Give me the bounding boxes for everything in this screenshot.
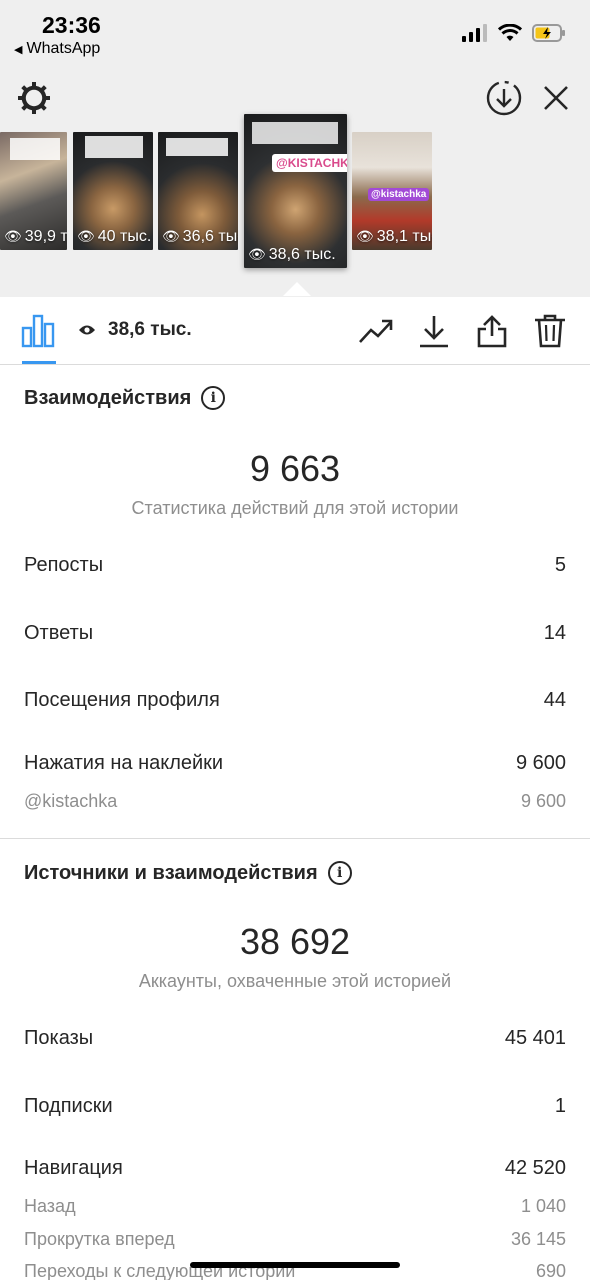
stat-sub-value: 1 040 — [520, 1196, 566, 1216]
share-button[interactable] — [474, 311, 510, 351]
eye-icon: 👁 — [248, 246, 266, 262]
save-story-button[interactable] — [484, 78, 524, 118]
sticker-label: @kistachka — [368, 188, 430, 201]
gear-icon — [18, 82, 50, 114]
stat-label: Ответы — [24, 622, 94, 644]
stat-value: 5 — [554, 554, 566, 576]
stat-row-sticker-taps: Нажатия на наклейки 9 600 — [24, 752, 566, 775]
stat-row-profile-visits: Посещения профиля 44 — [24, 689, 566, 712]
eye-icon: 👁 — [4, 228, 22, 244]
home-indicator[interactable] — [190, 1262, 400, 1268]
eye-icon: 👁 — [356, 228, 374, 244]
download-icon — [420, 316, 448, 348]
sources-title-text: Источники и взаимодействия — [24, 861, 318, 884]
sources-subtitle: Аккаунты, охваченные этой историей — [138, 971, 452, 991]
story-thumbnail-selected[interactable]: @KISTACHKA 👁38,6 тыс. — [244, 114, 347, 268]
insights-tab[interactable] — [18, 311, 58, 351]
stat-label: Нажатия на наклейки — [24, 752, 224, 774]
promote-button[interactable] — [358, 311, 394, 351]
status-bar: 23:36 ◀ WhatsApp — [0, 0, 590, 70]
trend-icon — [359, 319, 393, 343]
download-circle-icon — [486, 80, 522, 116]
download-button[interactable] — [416, 311, 452, 351]
stat-row-reposts: Репосты 5 — [24, 554, 566, 577]
wifi-icon — [498, 24, 522, 41]
active-tab-indicator — [22, 361, 56, 364]
stat-sub-value: 690 — [535, 1261, 566, 1280]
story-thumbnail[interactable]: 👁39,9 тыс. — [0, 132, 67, 250]
stat-label: Подписки — [24, 1095, 113, 1117]
selected-pointer — [283, 282, 311, 296]
info-icon[interactable]: i — [327, 861, 352, 885]
battery-icon — [532, 24, 565, 42]
sources-total: 38 692 — [239, 921, 351, 962]
toolbar-actions — [358, 311, 568, 351]
sticker-label: @KISTACHKA — [272, 154, 347, 172]
stat-sub-value: 9 600 — [520, 791, 566, 811]
stat-row-navigation: Навигация 42 520 — [24, 1157, 566, 1180]
story-thumbnail[interactable]: 👁36,6 тыс. — [158, 132, 238, 250]
sources-section: Источники и взаимодействия i 38 692 Акка… — [0, 839, 590, 1280]
stat-label: Навигация — [24, 1157, 123, 1179]
stat-row-sticker-detail: @kistachka 9 600 — [24, 791, 566, 812]
interactions-title: Взаимодействия i — [24, 386, 226, 410]
info-icon[interactable]: i — [201, 386, 226, 410]
status-time: 23:36 — [42, 12, 101, 38]
stat-label: Посещения профиля — [24, 689, 220, 711]
back-to-app-link[interactable]: ◀ WhatsApp — [14, 40, 100, 58]
stat-sub-value: 36 145 — [510, 1229, 566, 1249]
thumbnail-views: 39,9 тыс. — [24, 228, 67, 245]
trash-icon — [535, 314, 565, 348]
stat-value: 45 401 — [504, 1027, 566, 1049]
stat-value: 1 — [554, 1095, 566, 1117]
stat-row-nav-back: Назад 1 040 — [24, 1196, 566, 1217]
thumbnail-views: 40 тыс. — [97, 228, 152, 245]
stat-row-follows: Подписки 1 — [24, 1095, 566, 1118]
story-thumbnail[interactable]: @kistachka 👁38,1 тыс. — [352, 132, 432, 250]
stat-sub-label: Назад — [24, 1196, 76, 1216]
close-icon — [544, 86, 568, 110]
interactions-section: Взаимодействия i 9 663 Статистика действ… — [0, 366, 590, 838]
stat-sub-label: Прокрутка вперед — [24, 1229, 175, 1249]
back-app-label: WhatsApp — [26, 40, 101, 57]
interactions-subtitle: Статистика действий для этой истории — [131, 498, 459, 518]
delete-button[interactable] — [532, 311, 568, 351]
stat-label: Репосты — [24, 554, 104, 576]
thumbnail-views: 38,6 тыс. — [268, 246, 336, 263]
bar-chart-icon — [21, 314, 55, 348]
story-header: 👁39,9 тыс. 👁40 тыс. 👁36,6 тыс. @KISTACHK… — [0, 70, 590, 297]
stat-value: 9 600 — [515, 752, 566, 774]
views-count-text: 38,6 тыс. — [108, 319, 192, 340]
status-icons — [462, 24, 566, 42]
eye-icon: 👁 — [162, 228, 180, 244]
thumbnail-views: 36,6 тыс. — [182, 228, 238, 245]
sources-title: Источники и взаимодействия i — [24, 861, 352, 885]
story-thumbnails: 👁39,9 тыс. 👁40 тыс. 👁36,6 тыс. @KISTACHK… — [0, 114, 590, 274]
settings-button[interactable] — [14, 78, 54, 118]
eye-icon — [79, 325, 95, 335]
stat-row-impressions: Показы 45 401 — [24, 1027, 566, 1050]
stat-row-replies: Ответы 14 — [24, 622, 566, 645]
stats-toolbar: 38,6 тыс. — [0, 297, 590, 365]
story-thumbnail[interactable]: 👁 40 тыс. — [73, 132, 153, 250]
stat-label: Показы — [24, 1027, 94, 1049]
stat-value: 42 520 — [504, 1157, 566, 1179]
stat-value: 14 — [543, 622, 566, 644]
thumbnail-views: 38,1 тыс. — [376, 228, 432, 245]
stat-row-nav-forward: Прокрутка вперед 36 145 — [24, 1229, 566, 1250]
back-triangle-icon: ◀ — [14, 44, 23, 56]
share-icon — [477, 315, 507, 348]
stat-value: 44 — [543, 689, 566, 711]
interactions-total: 9 663 — [249, 448, 341, 489]
views-count: 38,6 тыс. — [78, 319, 192, 341]
interactions-title-text: Взаимодействия — [24, 386, 192, 409]
stat-sub-label: @kistachka — [24, 791, 118, 811]
eye-icon: 👁 — [77, 228, 95, 244]
close-button[interactable] — [538, 78, 574, 118]
signal-icon — [462, 24, 487, 42]
